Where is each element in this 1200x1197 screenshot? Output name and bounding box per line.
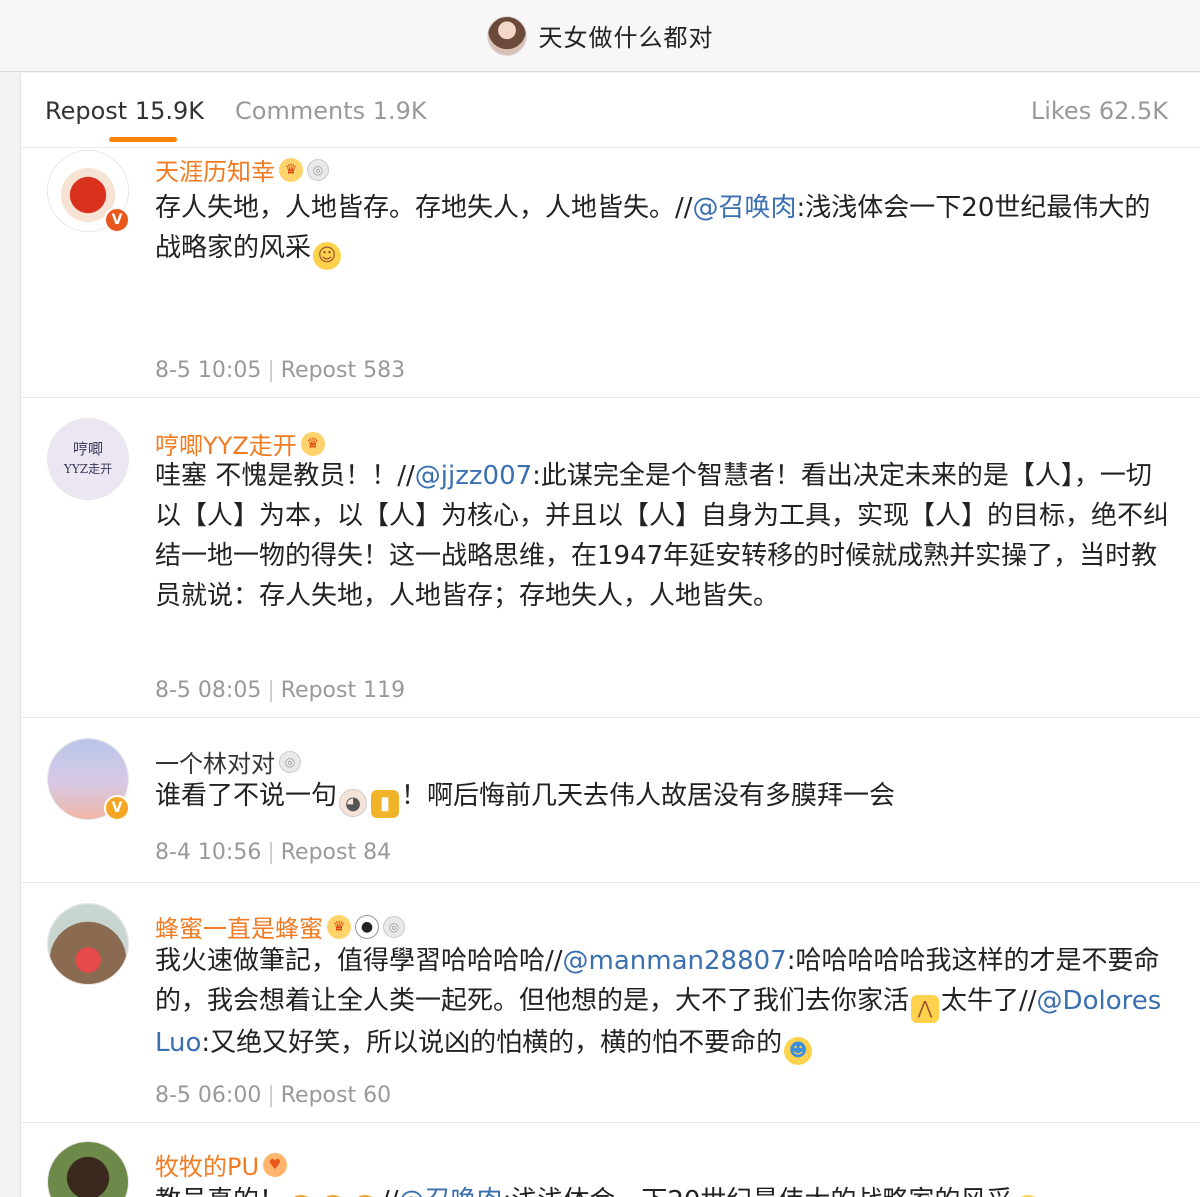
tab-repost[interactable]: Repost 15.9K — [45, 97, 204, 125]
timestamp: 8-4 10:56 — [155, 840, 262, 865]
verified-icon: V — [104, 207, 130, 233]
post-meta: 8-5 08:05 | Repost 119 — [155, 678, 405, 703]
username[interactable]: 天涯历知幸 ♛ ◎ — [155, 152, 329, 187]
author-avatar[interactable] — [486, 15, 527, 56]
avatar-text: 哼唧 — [72, 440, 103, 458]
username[interactable]: 一个林对对 ◎ — [155, 744, 301, 779]
username-text: 牧牧的PU — [155, 1153, 260, 1181]
repost-item: V 天涯历知幸 ♛ ◎ 存人失地，人地皆存。存地失人，人地皆失。//@召唤肉:浅… — [21, 148, 1200, 398]
medal-icon: ◎ — [307, 158, 329, 181]
mention-link[interactable]: @召唤肉 — [399, 1186, 503, 1197]
repost-item: 哼唧 YYZ走开 哼唧 YYZ走开 ♛ 哇塞 不愧是教员！！//@jjzz007:… — [21, 398, 1200, 718]
timestamp: 8-5 08:05 — [155, 678, 262, 703]
medal-icon: ◎ — [383, 915, 405, 938]
top-bar: 天女做什么都对 — [0, 0, 1200, 72]
repost-count[interactable]: Repost 119 — [281, 678, 405, 703]
verified-icon: V — [104, 795, 130, 821]
repost-item: 蜂蜜一直是蜂蜜 ♛ ● ◎ 我火速做筆記，值得學習哈哈哈哈//@manman28… — [21, 883, 1200, 1123]
repost-text: 谁看了不说一句 ◕ ▮ ！啊后悔前几天去伟人故居没有多膜拜一会 — [155, 776, 1175, 818]
tab-likes[interactable]: Likes 62.5K — [1031, 97, 1168, 125]
heart-badge-icon: ♥ — [263, 1152, 288, 1177]
repost-text: 哇塞 不愧是教员！！//@jjzz007:此谋完全是个智慧者！看出决定未来的是【… — [155, 456, 1175, 616]
meta-divider: | — [267, 840, 275, 865]
repost-text: 存人失地，人地皆存。存地失人，人地皆失。//@召唤肉:浅浅体会一下20世纪最伟大… — [155, 188, 1175, 270]
repost-count[interactable]: Repost 583 — [281, 358, 405, 383]
tab-bar: Repost 15.9K Comments 1.9K Likes 62.5K — [21, 73, 1200, 148]
crown-icon: ♛ — [279, 157, 303, 182]
crown-icon: ♛ — [300, 431, 325, 456]
text-segment: ！啊后悔前几天去伟人故居没有多膜拜一会 — [401, 781, 896, 811]
post-meta: 8-5 06:00 | Repost 60 — [155, 1083, 391, 1108]
username-text: 蜂蜜一直是蜂蜜 — [155, 915, 323, 943]
mention-link[interactable]: @召唤肉 — [693, 193, 797, 223]
text-segment: :又绝又好笑，所以说凶的怕横的，横的怕不要命的 — [201, 1028, 783, 1058]
meta-divider: | — [267, 358, 275, 383]
repost-count[interactable]: Repost 84 — [281, 840, 391, 865]
avatar[interactable]: V — [47, 1141, 129, 1197]
avatar[interactable]: V — [47, 150, 130, 233]
meta-divider: | — [267, 1083, 275, 1108]
username[interactable]: 牧牧的PU ♥ — [155, 1147, 288, 1182]
laugh-cry-emoji-icon: ☻ — [784, 1037, 813, 1065]
text-segment: 存人失地，人地皆存。存地失人，人地皆失。// — [155, 193, 693, 223]
post-meta: 8-4 10:56 | Repost 84 — [155, 840, 391, 865]
text-segment: // — [381, 1186, 399, 1197]
repost-item: V 牧牧的PU ♥ 教员真的！◉◉◉//@召唤肉:浅浅体会一下20世纪最伟大的战… — [21, 1123, 1200, 1197]
repost-text: 教员真的！◉◉◉//@召唤肉:浅浅体会一下20世纪最伟大的战略家的风采☺ — [155, 1181, 1175, 1197]
avatar[interactable]: V — [47, 738, 130, 821]
avatar[interactable]: 哼唧 YYZ走开 — [47, 418, 129, 500]
repost-item: V 一个林对对 ◎ 谁看了不说一句 ◕ ▮ ！啊后悔前几天去伟人故居没有多膜拜一会 8… — [21, 718, 1200, 883]
panda-icon: ● — [355, 914, 379, 939]
post-meta: 8-5 10:05 | Repost 583 — [155, 358, 405, 383]
text-segment: :浅浅体会一下20世纪最伟大的战略家的风采 — [503, 1186, 1013, 1197]
beer-emoji-icon: ▮ — [371, 790, 400, 818]
avatar[interactable] — [47, 903, 129, 985]
meta-divider: | — [267, 678, 275, 703]
repost-count[interactable]: Repost 60 — [281, 1083, 391, 1108]
smile-emoji-icon: ☺ — [313, 242, 342, 270]
crown-icon: ♛ — [327, 914, 351, 939]
avatar-text: YYZ走开 — [63, 462, 113, 476]
timestamp: 8-5 10:05 — [155, 358, 262, 383]
mention-link[interactable]: @jjzz007 — [415, 461, 532, 491]
text-segment: 教员真的！ — [155, 1186, 285, 1197]
text-segment: 太牛了// — [941, 986, 1037, 1016]
mention-link[interactable]: @manman28807 — [563, 946, 787, 976]
page-title: 天女做什么都对 — [538, 24, 714, 52]
username[interactable]: 蜂蜜一直是蜂蜜 ♛ ● ◎ — [155, 909, 405, 944]
repost-panel: Repost 15.9K Comments 1.9K Likes 62.5K V… — [20, 73, 1200, 1197]
text-segment: 哇塞 不愧是教员！！// — [155, 461, 415, 491]
pray-emoji-icon: ⋀ — [911, 995, 940, 1023]
timestamp: 8-5 06:00 — [155, 1083, 262, 1108]
tab-comments[interactable]: Comments 1.9K — [235, 97, 427, 125]
text-segment: 谁看了不说一句 — [155, 781, 338, 811]
repost-text: 我火速做筆記，值得學習哈哈哈哈//@manman28807:哈哈哈哈哈我这样的才… — [155, 941, 1175, 1065]
username-text: 一个林对对 — [155, 750, 275, 778]
username-text: 天涯历知幸 — [155, 158, 275, 186]
medal-icon: ◎ — [279, 750, 301, 773]
active-tab-indicator — [109, 137, 177, 142]
cow-emoji-icon: ◕ — [339, 789, 368, 817]
text-segment: 我火速做筆記，值得學習哈哈哈哈// — [155, 946, 563, 976]
